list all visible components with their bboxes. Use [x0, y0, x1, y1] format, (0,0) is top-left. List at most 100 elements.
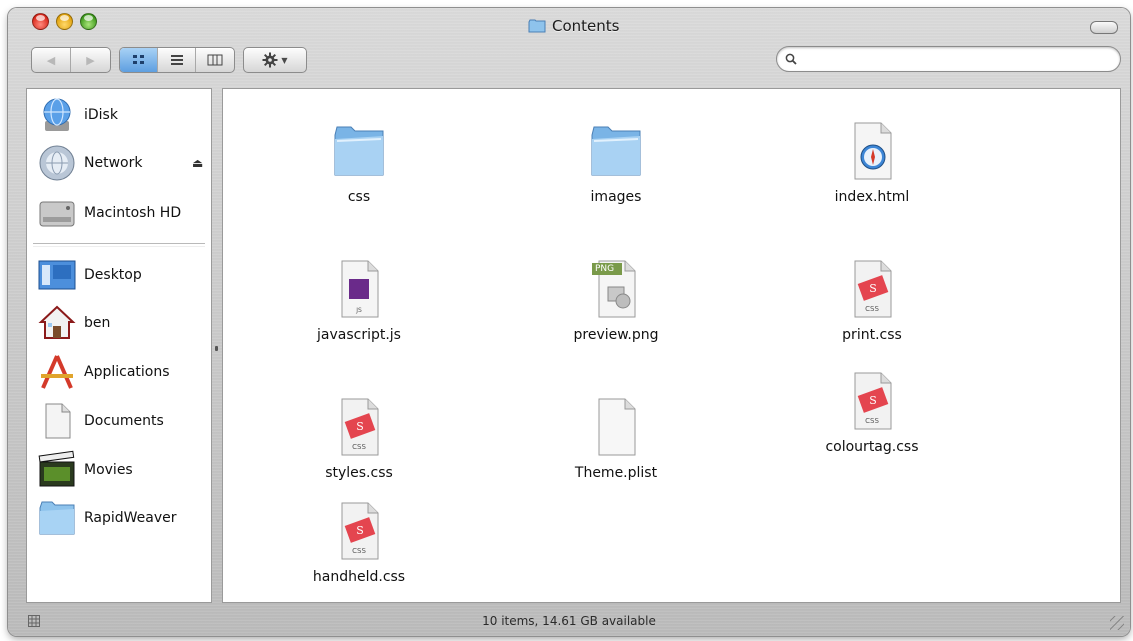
applications-icon [37, 352, 77, 392]
sidebar-item-movies[interactable]: Movies [37, 448, 207, 492]
back-button[interactable]: ◀ [32, 48, 71, 72]
sidebar-item-label: RapidWeaver [84, 510, 177, 526]
svg-text:S: S [869, 394, 877, 407]
svg-text:S: S [356, 420, 364, 433]
css-document-icon: S CSS [842, 369, 902, 433]
sidebar-item-macintosh-hd[interactable]: Macintosh HD [37, 191, 207, 235]
file-item-colourtag-css[interactable]: S CSS colourtag.css [792, 369, 952, 455]
sidebar-item-idisk[interactable]: iDisk [37, 93, 207, 137]
sidebar-splitter[interactable] [212, 88, 222, 603]
column-view-icon [207, 54, 223, 66]
folder-icon [329, 119, 389, 183]
file-item-handheld-css[interactable]: S CSS handheld.css [279, 499, 439, 585]
file-item-styles-css[interactable]: S CSS styles.css [279, 395, 439, 481]
search-input[interactable] [803, 51, 1107, 67]
idisk-globe-icon [37, 95, 77, 135]
list-view-button[interactable] [158, 48, 196, 72]
minimize-window-button[interactable] [56, 13, 73, 30]
svg-text:S: S [356, 524, 364, 537]
sidebar-item-label: Network [84, 155, 143, 171]
file-item-print-css[interactable]: S CSS print.css [792, 257, 952, 343]
zoom-window-button[interactable] [80, 13, 97, 30]
file-name: preview.png [573, 327, 659, 343]
action-button-face[interactable]: ▼ [244, 48, 306, 72]
action-menu-button[interactable]: ▼ [243, 47, 307, 73]
sidebar-item-applications[interactable]: Applications [37, 350, 207, 394]
home-icon [37, 303, 77, 343]
file-name: print.css [842, 327, 902, 343]
status-bar: 10 items, 14.61 GB available [8, 605, 1130, 636]
finder-window: Contents ◀ ▶ ▼ iDisk Network ⏏ Macintosh… [8, 8, 1130, 636]
file-name: javascript.js [317, 327, 401, 343]
png-badge: PNG [595, 264, 615, 274]
gear-icon [262, 52, 278, 68]
search-field[interactable] [776, 46, 1121, 72]
close-window-button[interactable] [32, 13, 49, 30]
folder-icon [528, 19, 546, 33]
resize-grip-icon[interactable] [1110, 616, 1124, 630]
file-item-preview-png[interactable]: PNG preview.png [536, 257, 696, 343]
navigation-buttons: ◀ ▶ [31, 47, 111, 73]
file-item-index-html[interactable]: index.html [792, 119, 952, 205]
forward-button[interactable]: ▶ [71, 48, 110, 72]
list-view-icon [170, 54, 184, 66]
status-text: 10 items, 14.61 GB available [482, 613, 656, 628]
sidebar-item-label: Applications [84, 364, 170, 380]
svg-text:S: S [869, 282, 877, 295]
sidebar: iDisk Network ⏏ Macintosh HD Desktop ben… [26, 88, 212, 603]
sidebar-item-label: Movies [84, 462, 133, 478]
sidebar-item-label: Macintosh HD [84, 205, 182, 221]
window-title: Contents [552, 17, 620, 35]
sidebar-item-desktop[interactable]: Desktop [37, 253, 207, 297]
css-badge: CSS [865, 417, 879, 425]
file-item-css[interactable]: css [279, 119, 439, 205]
file-name: styles.css [325, 465, 393, 481]
forward-arrow-icon: ▶ [86, 53, 95, 67]
column-view-button[interactable] [196, 48, 234, 72]
sidebar-item-label: Documents [84, 413, 164, 429]
css-badge: CSS [352, 547, 366, 555]
sidebar-item-documents[interactable]: Documents [37, 399, 207, 443]
file-name: css [347, 189, 371, 205]
hard-drive-icon [37, 193, 77, 233]
network-globe-icon [37, 143, 77, 183]
sidebar-item-ben[interactable]: ben [37, 301, 207, 345]
movies-icon [37, 450, 77, 490]
folder-icon [586, 119, 646, 183]
icon-view-button[interactable] [120, 48, 158, 72]
css-badge: CSS [352, 443, 366, 451]
sidebar-divider [33, 243, 205, 247]
folder-icon [37, 498, 77, 538]
chevron-down-icon: ▼ [281, 55, 288, 65]
file-item-theme-plist[interactable]: Theme.plist [536, 395, 696, 481]
svg-text:JS: JS [355, 307, 362, 314]
toolbar-toggle-button[interactable] [1090, 21, 1118, 34]
file-item-javascript-js[interactable]: JS javascript.js [279, 257, 439, 343]
desktop-icon [37, 255, 77, 295]
sidebar-item-rapidweaver[interactable]: RapidWeaver [37, 496, 207, 540]
blank-document-icon [586, 395, 646, 459]
css-badge: CSS [865, 305, 879, 313]
eject-icon[interactable]: ⏏ [192, 156, 203, 170]
css-document-icon: S CSS [329, 499, 389, 563]
javascript-document-icon: JS [329, 257, 389, 321]
icon-view-area: css images index.html JS javascript.js P… [222, 88, 1121, 603]
sidebar-item-label: Desktop [84, 267, 142, 283]
file-name: handheld.css [312, 569, 406, 585]
safari-document-icon [842, 119, 902, 183]
sidebar-item-label: iDisk [84, 107, 118, 123]
back-arrow-icon: ◀ [46, 53, 56, 67]
view-mode-buttons [119, 47, 235, 73]
file-name: index.html [834, 189, 910, 205]
icon-view-icon [132, 54, 146, 66]
documents-icon [37, 401, 77, 441]
file-name: images [590, 189, 642, 205]
png-document-icon: PNG [586, 257, 646, 321]
css-document-icon: S CSS [329, 395, 389, 459]
css-document-icon: S CSS [842, 257, 902, 321]
sidebar-item-network[interactable]: Network ⏏ [37, 141, 207, 185]
sidebar-item-label: ben [84, 315, 111, 331]
file-name: colourtag.css [825, 439, 919, 455]
file-name: Theme.plist [574, 465, 658, 481]
file-item-images[interactable]: images [536, 119, 696, 205]
